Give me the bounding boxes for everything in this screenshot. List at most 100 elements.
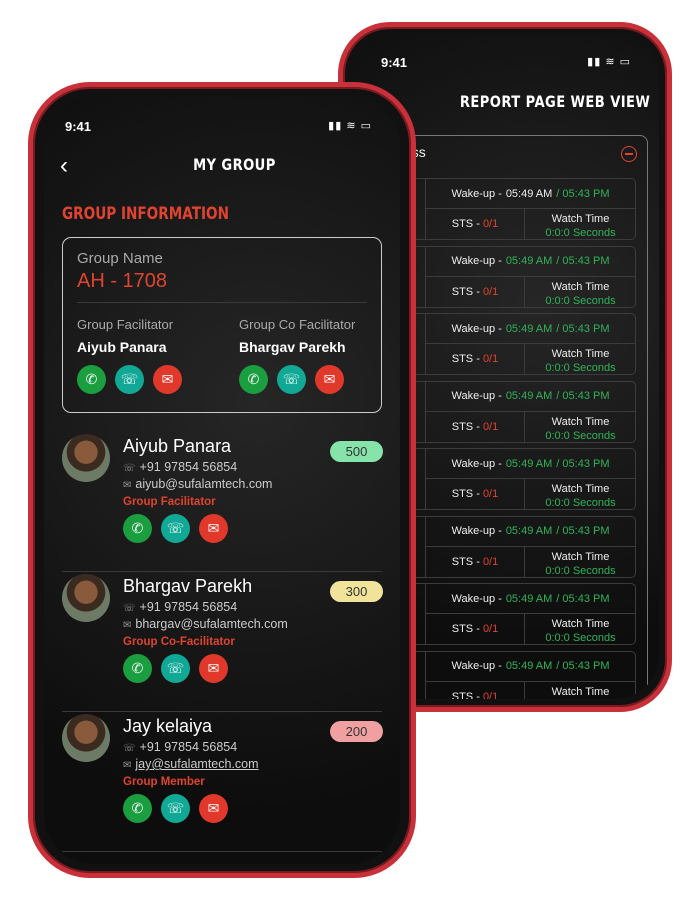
- sts-value: 0/1: [482, 420, 499, 433]
- collapse-icon[interactable]: [621, 146, 637, 162]
- whatsapp-icon[interactable]: ✆: [123, 514, 152, 543]
- sts-label: STS -: [451, 218, 480, 230]
- member-item[interactable]: Aiyub Panara ☏ +91 97854 56854 ✉ aiyub@suf…: [44, 432, 400, 572]
- whatsapp-icon[interactable]: ✆: [239, 365, 268, 394]
- score-badge: 200: [330, 721, 383, 742]
- wakeup-pm: / 05:43 PM: [556, 187, 610, 200]
- wakeup-label: Wake-up -: [451, 592, 502, 605]
- wakeup-label: Wake-up -: [451, 390, 502, 402]
- group-phone: 9:41 ▮▮ ≋ ▭ ‹ MY GROUP GROUP INFORMATION…: [28, 82, 416, 878]
- watch-time-value: 0:0:0 Seconds: [545, 497, 616, 509]
- page-title: MY GROUP: [193, 155, 276, 174]
- watch-time-cell: Watch Time0:0:0 Seconds: [526, 277, 635, 307]
- wakeup-cell: Wake-up -05:49 AM/ 05:43 PM: [425, 381, 635, 412]
- score-badge: 500: [330, 441, 383, 462]
- phone-icon[interactable]: ☏: [115, 365, 144, 394]
- member-email[interactable]: jay@sufalamtech.com: [135, 757, 258, 771]
- member-email[interactable]: aiyub@sufalamtech.com: [135, 477, 272, 491]
- wakeup-label: Wake-up -: [451, 457, 502, 470]
- watch-time-value: 0:0:0 Seconds: [526, 699, 635, 700]
- watch-time-label: Watch Time: [551, 280, 610, 293]
- phone-icon: ☏: [123, 463, 136, 474]
- whatsapp-icon[interactable]: ✆: [123, 794, 152, 823]
- sts-label: STS -: [451, 690, 480, 700]
- wakeup-label: Wake-up -: [451, 322, 502, 335]
- wakeup-pm: / 05:43 PM: [556, 457, 610, 470]
- report-row: Wake-up -05:49 AM/ 05:43 PM STS - 0/1 Wa…: [394, 583, 636, 645]
- watch-time-label: Watch Time: [551, 483, 610, 495]
- phone-icon[interactable]: ☏: [161, 654, 190, 683]
- sts-value: 0/1: [482, 623, 499, 635]
- report-card: ess Wake-up -05:49 AM/ 05:43 PM STS - 0/…: [391, 135, 648, 699]
- sts-label: STS -: [451, 353, 480, 365]
- phone-icon[interactable]: ☏: [161, 794, 190, 823]
- mail-icon[interactable]: ✉: [199, 654, 228, 683]
- wakeup-am: 05:49 AM: [505, 390, 553, 402]
- group-info-card: Group Name AH - 1708 Group Facilitator A…: [62, 237, 382, 413]
- sts-cell: STS - 0/1: [425, 344, 525, 374]
- avatar: [62, 434, 110, 482]
- back-chevron-icon[interactable]: ‹: [60, 152, 68, 180]
- status-time: 9:41: [65, 119, 92, 134]
- sts-cell: STS - 0/1: [425, 411, 525, 442]
- wakeup-am: 05:49 AM: [505, 592, 553, 605]
- sts-cell: STS - 0/1: [425, 681, 525, 700]
- mail-icon[interactable]: ✉: [153, 365, 182, 394]
- wakeup-cell: Wake-up -05:49 AM/ 05:43 PM: [425, 246, 635, 277]
- sts-label: STS -: [451, 488, 480, 500]
- wakeup-pm: / 05:43 PM: [556, 525, 610, 537]
- whatsapp-icon[interactable]: ✆: [77, 365, 106, 394]
- mail-icon[interactable]: ✉: [199, 794, 228, 823]
- sts-value: 0/1: [482, 285, 499, 298]
- sts-value: 0/1: [482, 353, 499, 365]
- sts-value: 0/1: [482, 218, 499, 230]
- facilitator-label: Group Facilitator: [77, 317, 174, 332]
- sts-cell: STS - 0/1: [425, 614, 525, 644]
- watch-time-label: Watch Time: [551, 348, 610, 360]
- watch-time-cell: Watch Time0:0:0 Seconds: [526, 412, 635, 442]
- mail-icon: ✉: [123, 480, 132, 491]
- report-row: Wake-up -05:49 AM/ 05:43 PM STS - 0/1 Wa…: [394, 313, 636, 375]
- whatsapp-icon[interactable]: ✆: [123, 654, 152, 683]
- status-icons: ▮▮ ≋ ▭: [587, 56, 631, 68]
- watch-time-label: Watch Time: [551, 685, 610, 698]
- member-name: Aiyub Panara: [123, 436, 232, 456]
- phone-icon[interactable]: ☏: [277, 365, 306, 394]
- phone-icon: ☏: [123, 603, 136, 614]
- wakeup-cell: Wake-up -05:49 AM/ 05:43 PM: [425, 651, 635, 682]
- wakeup-cell: Wake-up -05:49 AM/ 05:43 PM: [425, 179, 635, 209]
- score-badge: 300: [330, 581, 383, 602]
- mail-icon[interactable]: ✉: [315, 365, 344, 394]
- sts-value: 0/1: [482, 555, 499, 568]
- report-row: Wake-up -05:49 AM/ 05:43 PM STS - 0/1 Wa…: [394, 448, 636, 510]
- watch-time-value: 0:0:0 Seconds: [545, 564, 616, 577]
- wakeup-pm: / 05:43 PM: [556, 255, 610, 267]
- mail-icon: ✉: [123, 620, 132, 631]
- facilitator-name: Aiyub Panara: [77, 339, 167, 355]
- member-phone[interactable]: +91 97854 56854: [140, 600, 238, 614]
- report-row: Wake-up -05:49 AM/ 05:43 PM STS - 0/1 Wa…: [394, 515, 636, 578]
- member-name: Bhargav Parekh: [123, 576, 253, 596]
- member-item[interactable]: Jay kelaiya ☏ +91 97854 56854 ✉ jay@sufala…: [44, 712, 400, 852]
- member-role: Group Co-Facilitator: [123, 636, 235, 648]
- member-role: Group Member: [123, 776, 205, 788]
- watch-time-value: 0:0:0 Seconds: [545, 227, 616, 239]
- watch-time-label: Watch Time: [551, 415, 610, 428]
- report-row: Wake-up -05:49 AM/ 05:43 PM STS - 0/1 Wa…: [394, 178, 636, 240]
- watch-time-value: 0:0:0 Seconds: [545, 294, 616, 307]
- report-row: Wake-up -05:49 AM/ 05:43 PM STS - 0/1 Wa…: [394, 380, 636, 443]
- report-row: ng Wake-up -05:49 AM/ 05:43 PM STS - 0/1…: [391, 650, 636, 700]
- sts-label: STS -: [451, 285, 480, 298]
- member-phone[interactable]: +91 97854 56854: [140, 460, 238, 474]
- member-phone[interactable]: +91 97854 56854: [140, 740, 238, 754]
- member-email[interactable]: bhargav@sufalamtech.com: [135, 617, 287, 631]
- watch-time-label: Watch Time: [551, 213, 610, 225]
- mail-icon[interactable]: ✉: [199, 514, 228, 543]
- wakeup-am: 05:49 AM: [505, 457, 553, 470]
- sts-cell: STS - 0/1: [425, 479, 525, 509]
- watch-time-cell: Watch Time0:0:0 Seconds: [526, 614, 635, 644]
- wakeup-cell: Wake-up -05:49 AM/ 05:43 PM: [425, 516, 635, 547]
- watch-time-cell: Watch Time0:0:0 Seconds: [526, 547, 635, 577]
- member-item[interactable]: Bhargav Parekh ☏ +91 97854 56854 ✉ bhargav…: [44, 572, 400, 712]
- phone-icon[interactable]: ☏: [161, 514, 190, 543]
